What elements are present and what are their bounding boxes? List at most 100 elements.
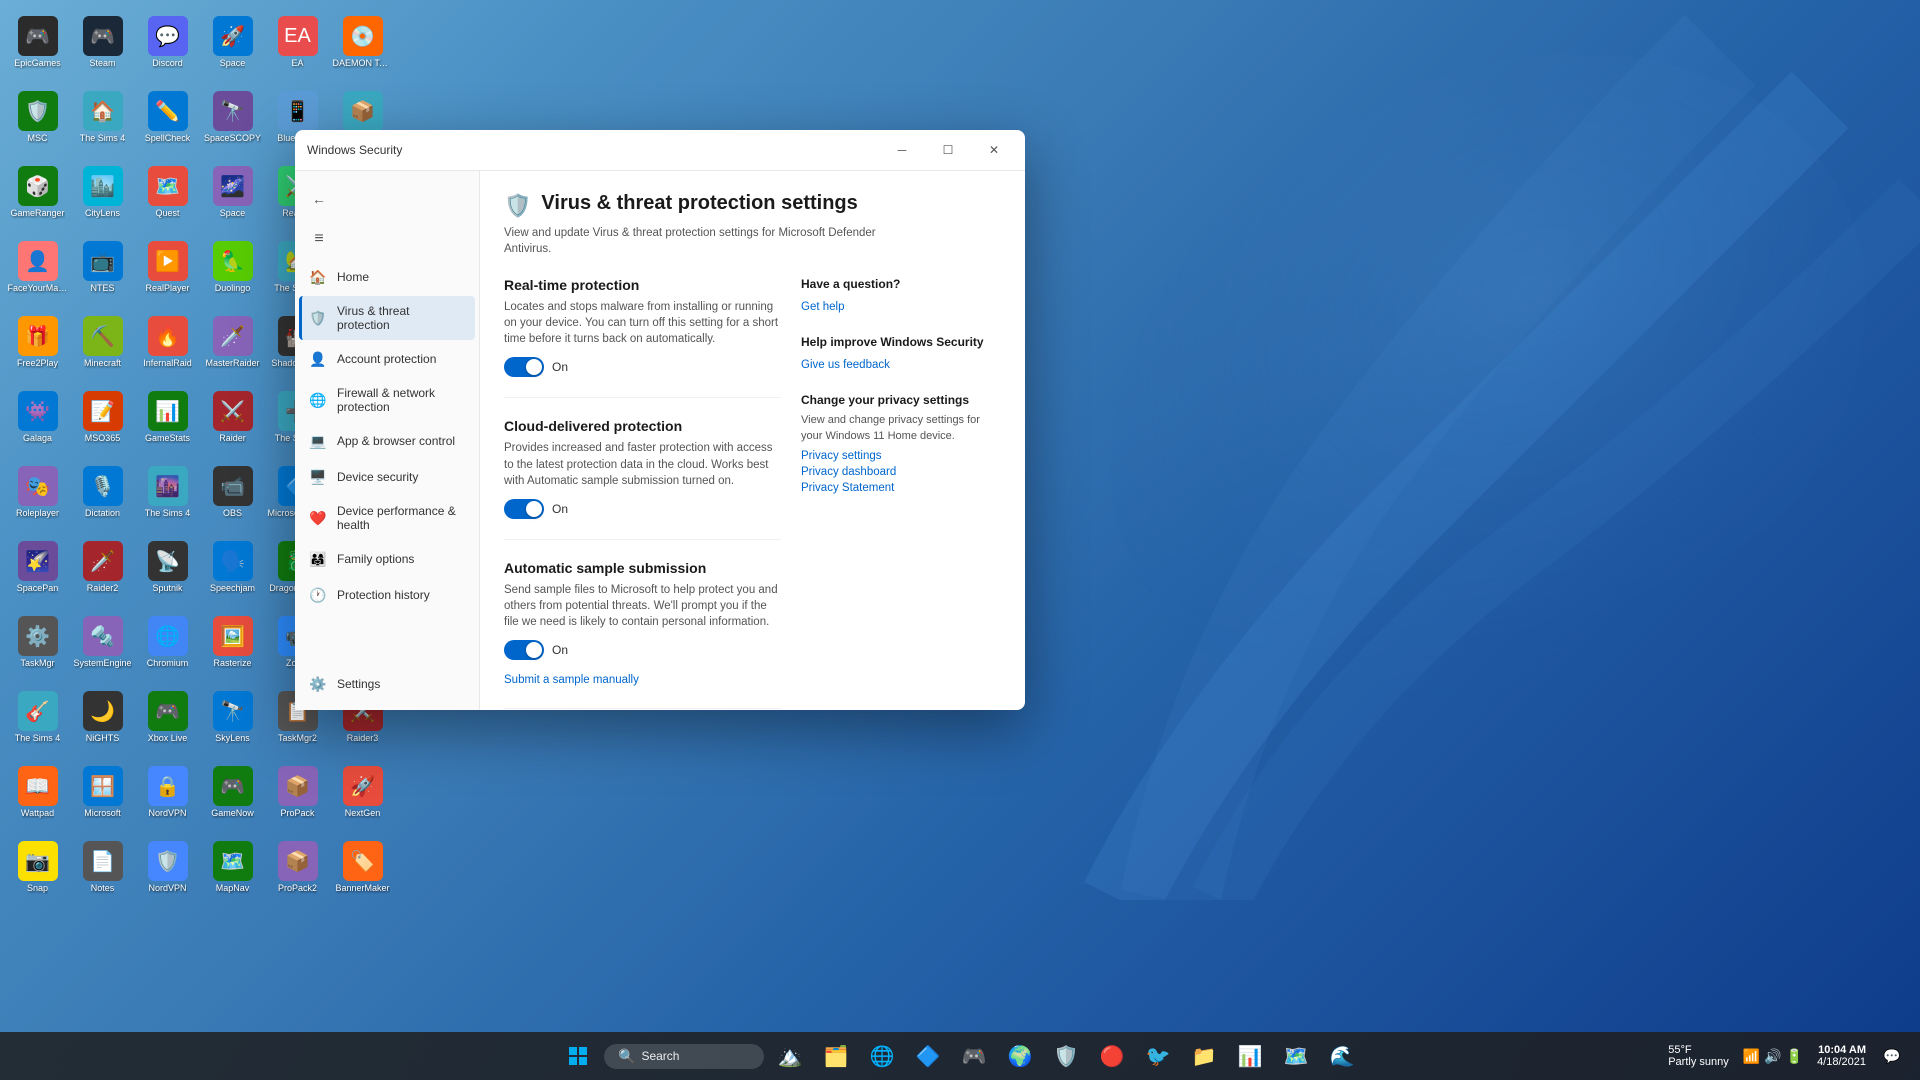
- desktop-icon-taskmgr[interactable]: ⚙️ TaskMgr: [5, 605, 70, 680]
- privacy-settings-link[interactable]: Privacy settings: [801, 450, 1001, 462]
- privacy-statement-link[interactable]: Privacy Statement: [801, 482, 1001, 494]
- realtime-toggle[interactable]: [504, 357, 544, 377]
- back-button[interactable]: ←: [303, 183, 335, 215]
- close-button[interactable]: ✕: [971, 136, 1017, 164]
- nav-account[interactable]: 👤 Account protection: [299, 342, 475, 376]
- desktop-icon-obs[interactable]: 📹 OBS: [200, 455, 265, 530]
- desktop-icon-spell[interactable]: ✏️ SpellCheck: [135, 80, 200, 155]
- sample-submission-section: Automatic sample submission Send sample …: [504, 560, 781, 709]
- nav-settings[interactable]: ⚙️ Settings: [299, 667, 475, 701]
- desktop-icon-notes[interactable]: 📄 Notes: [70, 830, 135, 905]
- nav-app[interactable]: 💻 App & browser control: [299, 424, 475, 458]
- desktop-icon-steam[interactable]: 🎮 Steam: [70, 5, 135, 80]
- desktop-icon-galaga[interactable]: 👾 Galaga: [5, 380, 70, 455]
- desktop-icon-minecraft[interactable]: ⛏️ Minecraft: [70, 305, 135, 380]
- desktop-icon-gameranger[interactable]: 🎲 GameRanger: [5, 155, 70, 230]
- desktop-icon-microsoft[interactable]: 🪟 Microsoft: [70, 755, 135, 830]
- desktop-icon-mapnav[interactable]: 🗺️ MapNav: [200, 830, 265, 905]
- nav-home[interactable]: 🏠 Home: [299, 260, 475, 294]
- taskbar-icon-2[interactable]: 🗂️: [816, 1036, 856, 1076]
- taskbar-icon-3[interactable]: 🌐: [862, 1036, 902, 1076]
- desktop-icon-citylens[interactable]: 🏙️ CityLens: [70, 155, 135, 230]
- sample-toggle[interactable]: [504, 640, 544, 660]
- desktop-icon-duolingo[interactable]: 🦜 Duolingo: [200, 230, 265, 305]
- desktop-icon-raider2[interactable]: 🗡️ Raider2: [70, 530, 135, 605]
- desktop-icon-spacescopy[interactable]: 🔭 SpaceSCOPY: [200, 80, 265, 155]
- cloud-toggle[interactable]: [504, 499, 544, 519]
- app-icon: 💻: [309, 432, 327, 450]
- taskbar-icon-6[interactable]: 🌍: [1000, 1036, 1040, 1076]
- desktop-icon-speech[interactable]: 🗣️ Speechjam: [200, 530, 265, 605]
- desktop-icon-sims4-city[interactable]: 🌆 The Sims 4: [135, 455, 200, 530]
- desktop-icon-face[interactable]: 👤 FaceYourManga: [5, 230, 70, 305]
- desktop-icon-quest[interactable]: 🗺️ Quest: [135, 155, 200, 230]
- desktop-icon-space[interactable]: 🚀 Space: [200, 5, 265, 80]
- desktop-icon-skylens[interactable]: 🔭 SkyLens: [200, 680, 265, 755]
- system-tray[interactable]: 📶 🔊 🔋: [1735, 1044, 1811, 1069]
- nav-history[interactable]: 🕐 Protection history: [299, 578, 475, 612]
- desktop-icon-rasterize[interactable]: 🖼️ Rasterize: [200, 605, 265, 680]
- privacy-dashboard-link[interactable]: Privacy dashboard: [801, 466, 1001, 478]
- desktop-icon-sims4-band[interactable]: 🎸 The Sims 4: [5, 680, 70, 755]
- notification-button[interactable]: 💬: [1872, 1036, 1912, 1076]
- minimize-button[interactable]: ─: [879, 136, 925, 164]
- start-button[interactable]: [558, 1036, 598, 1076]
- taskbar-search[interactable]: 🔍 Search: [604, 1044, 764, 1069]
- desktop-icon-space2[interactable]: 🌌 Space: [200, 155, 265, 230]
- desktop-icon-free2play[interactable]: 🎁 Free2Play: [5, 305, 70, 380]
- desktop-icon-gamestats[interactable]: 📊 GameStats: [135, 380, 200, 455]
- nav-device[interactable]: 🖥️ Device security: [299, 460, 475, 494]
- desktop-icon-propack2[interactable]: 📦 ProPack2: [265, 830, 330, 905]
- taskbar-icon-10[interactable]: 📁: [1184, 1036, 1224, 1076]
- desktop-icon-dictation[interactable]: 🎙️ Dictation: [70, 455, 135, 530]
- taskbar-icon-8[interactable]: 🔴: [1092, 1036, 1132, 1076]
- nav-family[interactable]: 👨‍👩‍👧 Family options: [299, 542, 475, 576]
- desktop-icon-epicgames[interactable]: 🎮 EpicGames: [5, 5, 70, 80]
- taskbar-icon-12[interactable]: 🗺️: [1276, 1036, 1316, 1076]
- system-clock[interactable]: 10:04 AM 4/18/2021: [1817, 1044, 1866, 1068]
- taskbar-icon-11[interactable]: 📊: [1230, 1036, 1270, 1076]
- desktop-icon-infernal[interactable]: 🔥 InfernalRaid: [135, 305, 200, 380]
- desktop-icon-banner[interactable]: 🏷️ BannerMaker: [330, 830, 395, 905]
- taskbar-icon-1[interactable]: 🏔️: [770, 1036, 810, 1076]
- desktop-icon-snap[interactable]: 📷 Snap: [5, 830, 70, 905]
- submit-sample-link[interactable]: Submit a sample manually: [504, 674, 639, 686]
- desktop-icon-gamenow[interactable]: 🎮 GameNow: [200, 755, 265, 830]
- desktop-icon-master[interactable]: 🗡️ MasterRaider: [200, 305, 265, 380]
- desktop-icon-raider[interactable]: ⚔️ Raider: [200, 380, 265, 455]
- maximize-button[interactable]: ☐: [925, 136, 971, 164]
- privacy-section: Change your privacy settings View and ch…: [801, 393, 1001, 494]
- desktop-icon-sysengine[interactable]: 🔩 SystemEngine: [70, 605, 135, 680]
- desktop-icon-sputnik[interactable]: 📡 Sputnik: [135, 530, 200, 605]
- desktop-icon-msc[interactable]: 🛡️ MSC: [5, 80, 70, 155]
- nav-virus[interactable]: 🛡️ Virus & threat protection: [299, 296, 475, 340]
- taskbar-icon-4[interactable]: 🔷: [908, 1036, 948, 1076]
- desktop-icon-nextgen[interactable]: 🚀 NextGen: [330, 755, 395, 830]
- nav-performance[interactable]: ❤️ Device performance & health: [299, 496, 475, 540]
- taskbar-icon-9[interactable]: 🐦: [1138, 1036, 1178, 1076]
- desktop-icon-sims4[interactable]: 🏠 The Sims 4: [70, 80, 135, 155]
- desktop-icon-xbox[interactable]: 🎮 Xbox Live: [135, 680, 200, 755]
- desktop-icon-wattpad[interactable]: 📖 Wattpad: [5, 755, 70, 830]
- desktop-icon-daemon[interactable]: 💿 DAEMON Tools: [330, 5, 395, 80]
- desktop-icon-ea[interactable]: EA EA: [265, 5, 330, 80]
- desktop-icon-ntes[interactable]: 📺 NTES: [70, 230, 135, 305]
- desktop-icon-propack[interactable]: 📦 ProPack: [265, 755, 330, 830]
- desktop-icon-mso[interactable]: 📝 MSO365: [70, 380, 135, 455]
- sidebar-bottom: ⚙️ Settings: [295, 666, 479, 710]
- feedback-link[interactable]: Give us feedback: [801, 359, 890, 371]
- taskbar-icon-13[interactable]: 🌊: [1322, 1036, 1362, 1076]
- taskbar-icon-5[interactable]: 🎮: [954, 1036, 994, 1076]
- desktop-icon-discord[interactable]: 💬 Discord: [135, 5, 200, 80]
- desktop-icon-roleplayer[interactable]: 🎭 Roleplayer: [5, 455, 70, 530]
- desktop-icon-nights[interactable]: 🌙 NiGHTS: [70, 680, 135, 755]
- desktop-icon-chromium[interactable]: 🌐 Chromium: [135, 605, 200, 680]
- desktop-icon-nordvpn2[interactable]: 🛡️ NordVPN: [135, 830, 200, 905]
- hamburger-button[interactable]: ≡: [303, 223, 335, 255]
- nav-firewall[interactable]: 🌐 Firewall & network protection: [299, 378, 475, 422]
- desktop-icon-spacepan[interactable]: 🌠 SpacePan: [5, 530, 70, 605]
- taskbar-icon-7[interactable]: 🛡️: [1046, 1036, 1086, 1076]
- desktop-icon-nordvpn[interactable]: 🔒 NordVPN: [135, 755, 200, 830]
- get-help-link[interactable]: Get help: [801, 301, 844, 313]
- desktop-icon-real[interactable]: ▶️ RealPlayer: [135, 230, 200, 305]
